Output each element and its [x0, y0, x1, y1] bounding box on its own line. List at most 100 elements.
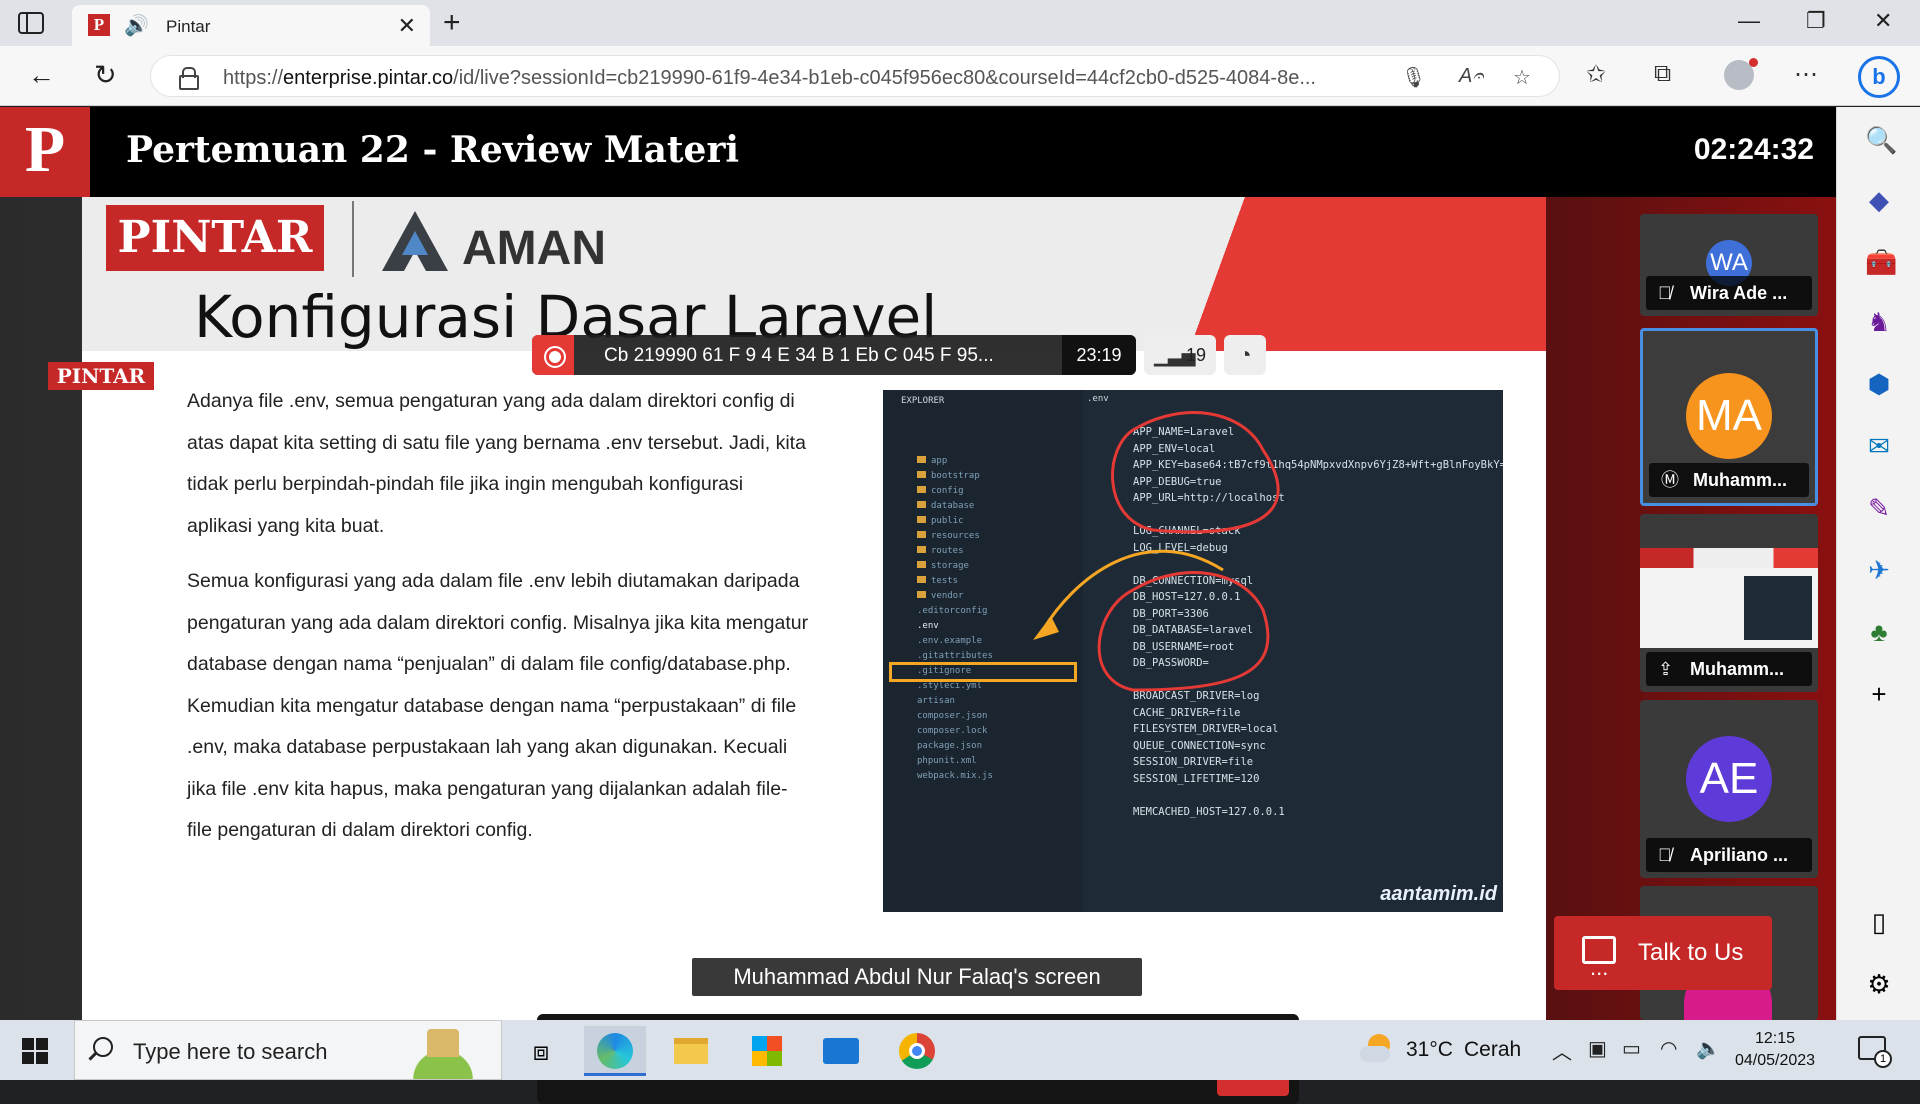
participant-name: 🎙̸ Apriliano ... [1646, 838, 1812, 872]
back-arrow-icon[interactable]: ← [28, 60, 55, 91]
task-view-icon[interactable]: ⧈ [510, 1026, 572, 1076]
recording-bar: Cb 219990 61 F 9 4 E 34 B 1 Eb C 045 F 9… [532, 335, 1136, 375]
settings-gear-icon[interactable]: ⚙ [1865, 969, 1893, 1000]
partner-logo-text: AMAN [462, 222, 606, 275]
minimize-icon[interactable]: — [1738, 8, 1760, 34]
participant-name: ⇪ Muhamm... [1646, 652, 1812, 686]
participant-tile-3[interactable]: ⇪ Muhamm... [1640, 514, 1818, 692]
speaker-icon[interactable]: 🔊 [124, 13, 149, 38]
screen-share-icon: ⇪ [1658, 659, 1674, 679]
tab-title: Pintar [166, 17, 211, 36]
weather-icon[interactable] [1360, 1034, 1394, 1064]
file-explorer-icon[interactable] [660, 1026, 722, 1076]
participant-count-badge[interactable]: ▁▃▅ 19 [1144, 335, 1216, 375]
slide-body: Adanya file .env, semua pengaturan yang … [187, 381, 812, 866]
participant-tile-2[interactable]: MA Ⓜ Muhamm... [1640, 328, 1818, 506]
profile-avatar[interactable] [1724, 58, 1758, 90]
read-aloud-icon[interactable]: A𝄐 [1459, 65, 1483, 88]
chrome-icon[interactable] [886, 1026, 948, 1076]
weather-desc[interactable]: Cerah [1464, 1038, 1521, 1062]
weather-temp[interactable]: 31°C [1406, 1038, 1453, 1062]
meet-now-icon[interactable]: ▣ [1588, 1036, 1607, 1061]
logo-divider [352, 201, 354, 277]
microphone-icon[interactable]: 🎙 [1401, 65, 1426, 90]
tree-icon[interactable]: ♣ [1865, 617, 1893, 648]
bing-chat-icon[interactable]: b [1858, 56, 1900, 98]
close-window-icon[interactable]: ✕ [1874, 8, 1892, 34]
avatar: MA [1686, 373, 1772, 459]
add-icon[interactable]: + [1865, 679, 1893, 710]
new-tab-icon[interactable]: + [443, 6, 461, 40]
lock-icon[interactable] [179, 67, 199, 90]
participant-name: 🎙̸ Wira Ade ... [1646, 276, 1812, 310]
more-menu-icon[interactable]: ⋯ [1794, 60, 1818, 89]
annotation-marks [1033, 411, 1280, 692]
office-icon[interactable]: ⬢ [1865, 369, 1893, 400]
watermark: aantamim.id [1380, 883, 1497, 905]
tray-chevron-icon[interactable]: ︿ [1552, 1036, 1572, 1065]
browser-tab-strip: P 🔊 Pintar ✕ + — ❐ ✕ [0, 0, 1920, 46]
slide-pintar-logo: PINTAR [106, 205, 324, 271]
outlook-icon[interactable]: ✉ [1865, 431, 1893, 462]
store-icon[interactable] [736, 1026, 798, 1076]
slide-paragraph-2: Semua konfigurasi yang ada dalam file .e… [187, 570, 809, 841]
pintar-logo: P [0, 107, 90, 197]
collections-icon[interactable]: ⧉ [1654, 60, 1671, 88]
search-highlight-art [391, 1029, 495, 1079]
meeting-area: P Pertemuan 22 - Review Materi 02:24:32 … [0, 107, 1836, 1104]
taskbar-clock[interactable]: 12:15 04/05/2023 [1732, 1028, 1818, 1072]
slide-red-accent [1106, 197, 1546, 351]
tab-actions-icon[interactable] [18, 12, 44, 34]
mic-muted-icon: 🎙̸ [1658, 845, 1672, 865]
chat-bubble-icon [1582, 931, 1616, 1005]
battery-icon[interactable]: ▭ [1622, 1036, 1641, 1061]
address-bar[interactable]: https://enterprise.pintar.co/id/live?ses… [150, 55, 1560, 97]
windows-start-icon[interactable] [22, 1038, 48, 1064]
volume-icon[interactable]: 🔈 [1696, 1036, 1721, 1061]
reload-icon[interactable]: ↻ [94, 60, 117, 91]
taskbar-search[interactable]: Type here to search [74, 1020, 502, 1080]
mail-icon[interactable] [810, 1026, 872, 1076]
designer-icon[interactable]: ✎ [1865, 493, 1893, 524]
notification-count: 1 [1874, 1050, 1892, 1068]
meeting-clock: 02:24:32 [1693, 133, 1814, 166]
browser-tab[interactable]: P 🔊 Pintar ✕ [72, 5, 430, 46]
notification-icon[interactable]: 1 [1858, 1036, 1892, 1068]
shared-slide: PINTAR AMAN Konfigurasi Dasar Laravel Ad… [82, 197, 1546, 1020]
search-icon[interactable]: 🔍 [1865, 125, 1897, 156]
url-text[interactable]: https://enterprise.pintar.co/id/live?ses… [223, 67, 1363, 90]
close-tab-icon[interactable]: ✕ [398, 13, 416, 39]
wifi-icon[interactable]: ◠ [1660, 1036, 1677, 1061]
mic-muted-icon: 🎙̸ [1658, 283, 1672, 303]
pintar-favicon-icon: P [88, 14, 110, 36]
send-icon[interactable]: ✈ [1865, 555, 1893, 586]
clock-date: 04/05/2023 [1734, 1052, 1816, 1069]
participant-tile-1[interactable]: WA 🎙̸ Wira Ade ... [1640, 214, 1818, 316]
gauge-icon[interactable]: ◔ [1224, 335, 1266, 375]
screen-thumbnail [1640, 548, 1818, 648]
sidebar-toggle-icon[interactable]: ▯ [1865, 907, 1893, 938]
corner-pintar-tag: PINTAR [48, 362, 154, 390]
games-icon[interactable]: ♞ [1865, 307, 1893, 338]
record-icon[interactable] [532, 335, 574, 375]
participant-name: Ⓜ Muhamm... [1649, 463, 1809, 497]
recording-session-id: Cb 219990 61 F 9 4 E 34 B 1 Eb C 045 F 9… [604, 345, 994, 366]
participant-tile-4[interactable]: AE 🎙̸ Apriliano ... [1640, 700, 1818, 878]
restore-icon[interactable]: ❐ [1806, 8, 1826, 34]
add-favorite-icon[interactable]: ☆ [1513, 65, 1531, 90]
avatar: AE [1686, 736, 1772, 822]
favorites-icon[interactable]: ✩ [1586, 60, 1606, 89]
edge-taskbar-icon[interactable] [584, 1026, 646, 1076]
screen-share-label: Muhammad Abdul Nur Falaq's screen [692, 958, 1142, 996]
tools-icon[interactable]: 🧰 [1865, 247, 1897, 278]
code-screenshot: EXPLORER app bootstrap config database publi… [883, 390, 1503, 912]
meeting-title: Pertemuan 22 - Review Materi [126, 129, 740, 171]
search-icon [93, 1037, 113, 1057]
clock-time: 12:15 [1754, 1030, 1796, 1047]
shopping-tag-icon[interactable]: ◆ [1865, 185, 1893, 216]
talk-to-us-button[interactable]: Talk to Us [1554, 916, 1772, 1005]
participant-count: 19 [1186, 345, 1207, 365]
search-placeholder: Type here to search [133, 1039, 328, 1064]
slide-paragraph-1: Adanya file .env, semua pengaturan yang … [187, 390, 806, 537]
aman-logo-icon [382, 211, 448, 271]
